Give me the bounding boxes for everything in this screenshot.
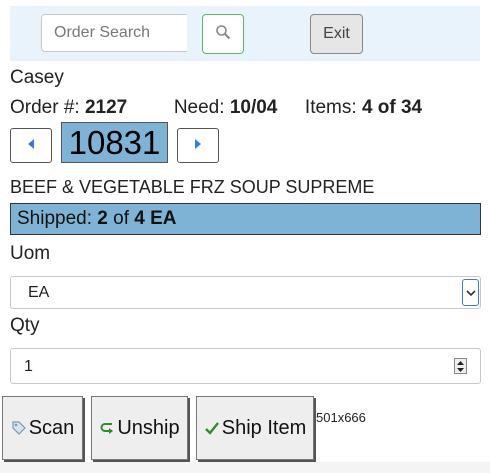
- shipped-total: 4 EA: [134, 208, 177, 229]
- caret-left-icon: [26, 137, 36, 155]
- next-item-button[interactable]: [177, 128, 219, 163]
- bottom-strip: [0, 462, 490, 473]
- item-description: BEEF & VEGETABLE FRZ SOUP SUPREME: [10, 177, 375, 197]
- tag-icon: [11, 420, 27, 436]
- return-arrow-icon: [99, 420, 115, 436]
- viewport-size-text: 501x666: [316, 410, 366, 425]
- order-info: Order #: 2127 Need: 10/04 Items: 4 of 34: [10, 97, 422, 119]
- top-toolbar: Exit: [10, 6, 480, 61]
- items-label: Items:: [304, 97, 362, 118]
- previous-item-button[interactable]: [10, 128, 52, 163]
- uom-selected-value: EA: [28, 284, 50, 301]
- order-search-input[interactable]: [41, 14, 187, 52]
- scan-button[interactable]: Scan: [2, 396, 83, 460]
- ship-item-button[interactable]: Ship Item: [196, 396, 314, 460]
- scan-label: Scan: [28, 416, 75, 439]
- item-number-display: 10831: [61, 122, 168, 163]
- search-button[interactable]: [202, 14, 244, 54]
- items-count: 4 of 34: [361, 97, 423, 118]
- shipped-of: of: [107, 208, 135, 229]
- stepper-up-icon[interactable]: [457, 360, 464, 365]
- shipped-status-bar: Shipped: 2 of 4 EA: [10, 203, 481, 235]
- qty-stepper[interactable]: [454, 358, 467, 374]
- ship-item-label: Ship Item: [221, 416, 307, 439]
- qty-input[interactable]: 1: [10, 348, 481, 384]
- customer-name: Casey: [10, 67, 64, 88]
- shipped-count: 2: [97, 208, 108, 229]
- order-number: 2127: [84, 97, 128, 118]
- caret-right-icon: [193, 137, 203, 155]
- uom-select[interactable]: EA: [10, 276, 481, 309]
- exit-button[interactable]: Exit: [310, 14, 363, 54]
- chevron-down-icon[interactable]: [462, 279, 479, 306]
- order-number-label: Order #:: [10, 97, 85, 118]
- need-label: Need:: [173, 97, 230, 118]
- stepper-down-icon[interactable]: [457, 367, 464, 372]
- unship-button[interactable]: Unship: [91, 396, 188, 460]
- need-date: 10/04: [229, 97, 278, 118]
- qty-value: 1: [24, 358, 33, 375]
- checkmark-icon: [204, 420, 220, 436]
- shipped-label: Shipped:: [17, 208, 98, 229]
- uom-label: Uom: [10, 243, 51, 264]
- unship-label: Unship: [117, 416, 180, 439]
- qty-label: Qty: [10, 315, 40, 336]
- search-icon: [215, 24, 231, 45]
